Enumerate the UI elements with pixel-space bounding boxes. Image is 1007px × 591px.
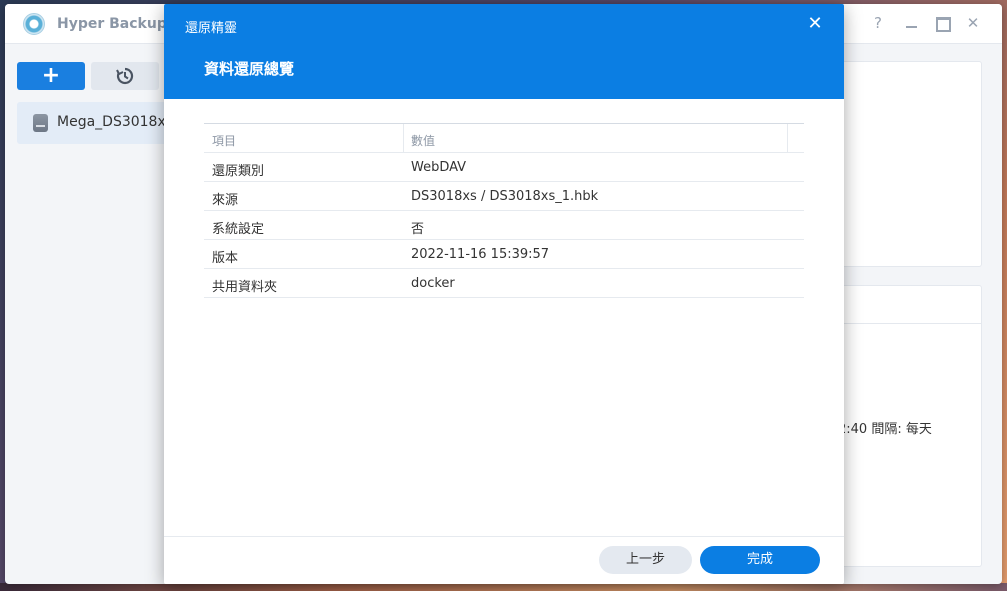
row-item-label: 系統設定 bbox=[212, 222, 265, 237]
row-value: DS3018xs / DS3018xs_1.hbk bbox=[411, 189, 599, 204]
help-button[interactable]: ? bbox=[869, 14, 887, 32]
hyper-backup-logo-icon bbox=[23, 13, 45, 35]
table-header-row: 項目 數值 bbox=[204, 124, 804, 153]
wizard-header: 還原精靈 ✕ 資料還原總覽 bbox=[164, 4, 844, 99]
row-item-label: 版本 bbox=[212, 251, 239, 266]
restore-summary-table: 項目 數值 還原類別 WebDAV 來源 DS3018xs / DS3018xs… bbox=[204, 123, 804, 298]
task-details-panel bbox=[837, 61, 982, 267]
hard-drive-icon bbox=[33, 114, 48, 132]
row-item-label: 還原類別 bbox=[212, 164, 265, 179]
app-title: Hyper Backup bbox=[57, 16, 167, 32]
add-task-button[interactable]: + bbox=[17, 62, 85, 90]
finish-button[interactable]: 完成 bbox=[700, 546, 820, 574]
maximize-button[interactable] bbox=[933, 14, 951, 32]
restore-history-button[interactable] bbox=[91, 62, 159, 90]
restore-wizard-dialog: 還原精靈 ✕ 資料還原總覽 項目 數值 還原類別 WebDAV 來源 DS301… bbox=[164, 4, 844, 584]
history-icon bbox=[116, 67, 134, 85]
row-item-label: 共用資料夾 bbox=[212, 280, 278, 295]
column-header-value: 數值 bbox=[411, 134, 436, 148]
column-separator bbox=[787, 124, 788, 152]
minimize-button[interactable] bbox=[903, 14, 921, 32]
backup-task-item[interactable]: Mega_DS3018xs bbox=[17, 102, 187, 144]
wizard-heading: 資料還原總覽 bbox=[204, 60, 295, 78]
footer-divider bbox=[164, 536, 844, 537]
row-value: 否 bbox=[411, 222, 425, 237]
table-row: 版本 2022-11-16 15:39:57 bbox=[204, 240, 804, 269]
wizard-title: 還原精靈 bbox=[185, 21, 238, 36]
table-row: 來源 DS3018xs / DS3018xs_1.hbk bbox=[204, 182, 804, 211]
table-row: 還原類別 WebDAV bbox=[204, 153, 804, 182]
column-separator bbox=[403, 124, 404, 152]
previous-button[interactable]: 上一步 bbox=[599, 546, 692, 574]
row-value: 2022-11-16 15:39:57 bbox=[411, 247, 550, 262]
window-close-button[interactable]: ✕ bbox=[964, 14, 982, 32]
task-schedule-panel: 2:40 間隔: 每天 bbox=[837, 285, 982, 567]
task-name-label: Mega_DS3018xs bbox=[57, 114, 174, 130]
row-value: WebDAV bbox=[411, 160, 467, 175]
column-header-item: 項目 bbox=[212, 134, 237, 148]
desktop-background bbox=[0, 583, 1007, 591]
table-row: 系統設定 否 bbox=[204, 211, 804, 240]
close-icon[interactable]: ✕ bbox=[805, 14, 825, 34]
row-item-label: 來源 bbox=[212, 193, 239, 208]
panel-divider bbox=[838, 323, 981, 324]
table-row: 共用資料夾 docker bbox=[204, 269, 804, 298]
schedule-info-text: 2:40 間隔: 每天 bbox=[838, 422, 932, 437]
row-value: docker bbox=[411, 276, 455, 291]
